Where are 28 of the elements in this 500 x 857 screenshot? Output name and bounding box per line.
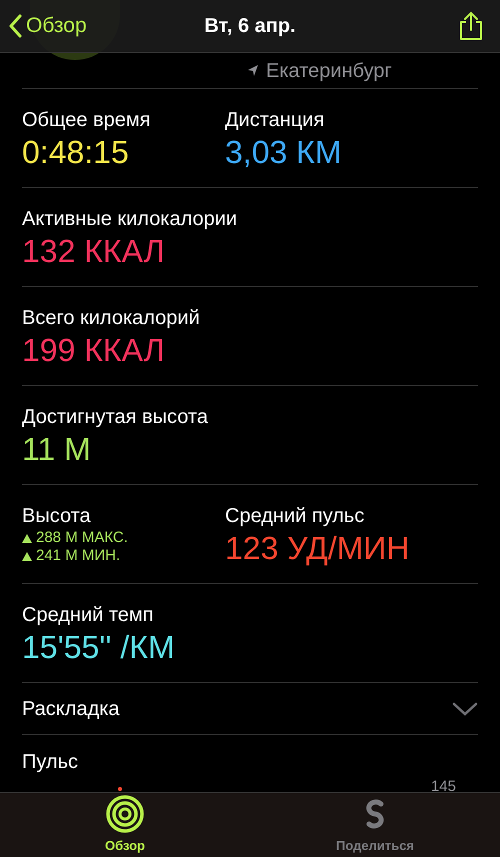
metric-label: Достигнутая высота <box>22 405 208 430</box>
location-arrow-icon <box>248 65 258 76</box>
rings-icon <box>105 794 145 834</box>
tab[interactable]: Обзор <box>0 793 250 857</box>
heart-rate-point <box>118 787 122 791</box>
metric-value: 132 ККАЛ <box>22 232 166 270</box>
metric-label: Всего килокалорий <box>22 306 200 331</box>
chevron-left-icon <box>8 14 22 38</box>
metric-value: 123 УД/МИН <box>225 529 410 567</box>
metric-value: 15'55'' /КМ <box>22 628 175 666</box>
metric-label: Высота <box>22 504 92 529</box>
metric-value: 3,03 КМ <box>225 133 342 171</box>
metric-label: Активные килокалории <box>22 207 238 232</box>
metric-label: Дистанция <box>225 108 326 133</box>
section-title: Пульс <box>22 751 78 773</box>
metric-label: Средний пульс <box>225 504 366 529</box>
metric-label: Общее время <box>22 108 152 133</box>
back-button[interactable]: Обзор <box>8 10 87 42</box>
metric-value: 199 ККАЛ <box>22 331 166 369</box>
elevation-value: 241 М МИН. <box>36 547 120 565</box>
metric-value: 11 М <box>22 430 92 468</box>
metric-label: Средний темп <box>22 603 155 628</box>
location-text: Екатеринбург <box>266 58 392 84</box>
share-icon[interactable] <box>458 11 484 41</box>
elevation-value: 288 М МАКС. <box>36 529 128 547</box>
splits-row[interactable]: Раскладка <box>22 683 478 735</box>
metric-value: 0:48:15 <box>22 133 130 171</box>
navigation-title: Вт, 6 апр. <box>204 14 296 39</box>
